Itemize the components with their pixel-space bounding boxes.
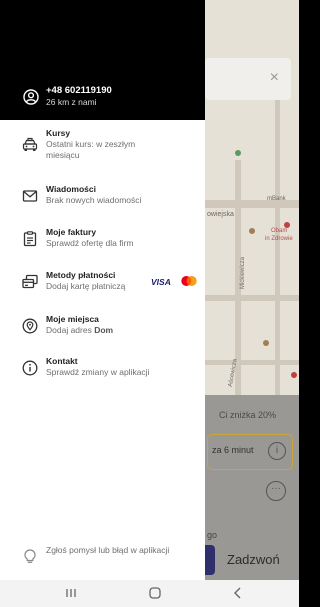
menu-item-title: Moje faktury <box>46 227 97 237</box>
menu-item-desc: Dodaj adres Dom <box>46 325 114 335</box>
menu-item-payment-methods[interactable]: Metody płatności Dodaj kartę płatniczą <box>0 270 205 296</box>
user-phone: +48 602119190 <box>46 85 112 96</box>
lightbulb-icon <box>24 549 36 563</box>
promo-text: Ci zniżka 20% <box>219 410 277 420</box>
menu-item-desc: Ostatni kurs: w zeszłym miesiącu <box>46 139 136 160</box>
invoice-icon <box>23 231 37 247</box>
map-label: mBank <box>267 196 286 202</box>
info-icon <box>22 360 38 376</box>
feedback-text: Zgłoś pomysł lub błąd w aplikacji <box>46 545 170 555</box>
menu-item-title: Metody płatności <box>46 270 116 280</box>
menu-item-desc: Dodaj kartę płatniczą <box>46 281 126 291</box>
search-box[interactable]: × <box>205 58 291 100</box>
recent-apps-icon[interactable] <box>61 584 81 602</box>
visa-logo: VISA <box>151 277 171 287</box>
envelope-icon <box>22 190 38 202</box>
menu-item-rides[interactable]: Kursy Ostatni kurs: w zeszłym miesiącu <box>0 128 205 166</box>
eta-box[interactable]: za 6 minut i <box>207 434 293 470</box>
call-button[interactable]: Zadzwoń <box>227 552 280 567</box>
mastercard-icon <box>181 276 197 286</box>
back-icon[interactable] <box>228 584 248 602</box>
menu-item-places[interactable]: Moje miejsca Dodaj adres Dom <box>0 314 205 340</box>
map-label: Mickiewicza <box>240 256 247 290</box>
close-icon[interactable]: × <box>270 69 279 87</box>
card-icon <box>22 274 38 289</box>
menu-item-desc: Sprawdź ofertę dla firm <box>46 238 134 248</box>
menu-item-title: Kursy <box>46 128 71 138</box>
feedback-link[interactable]: Zgłoś pomysł lub błąd w aplikacji <box>22 545 202 575</box>
user-icon <box>23 89 39 105</box>
taxi-icon <box>22 137 38 151</box>
menu-item-invoices[interactable]: Moje faktury Sprawdź ofertę dla firm <box>0 227 205 253</box>
info-icon[interactable]: i <box>268 442 286 460</box>
drawer-header[interactable]: +48 602119190 26 km z nami <box>0 0 205 120</box>
menu-item-contact[interactable]: Kontakt Sprawdź zmiany w aplikacji <box>0 356 205 382</box>
menu-item-title: Wiadomości <box>46 184 96 194</box>
eta-text: za 6 minut <box>212 445 254 455</box>
user-subtitle: 26 km z nami <box>46 97 97 107</box>
navigation-drawer: +48 602119190 26 km z nami Kursy Ostatni… <box>0 0 205 580</box>
map-label: owiejska <box>207 211 234 218</box>
menu-item-messages[interactable]: Wiadomości Brak nowych wiadomości <box>0 184 205 210</box>
map-label: Obam <box>271 228 288 234</box>
menu-item-title: Moje miejsca <box>46 314 99 324</box>
go-text: go <box>207 530 218 540</box>
map-label: in Zdrowie <box>265 236 293 242</box>
order-button[interactable] <box>205 545 215 575</box>
menu-item-desc: Brak nowych wiadomości <box>46 195 142 205</box>
more-icon[interactable]: ··· <box>266 481 286 501</box>
menu-item-desc: Sprawdź zmiany w aplikacji <box>46 367 150 377</box>
menu-item-title: Kontakt <box>46 356 78 366</box>
location-pin-icon <box>22 318 38 334</box>
home-icon[interactable] <box>145 584 165 602</box>
system-nav-bar <box>0 580 299 607</box>
